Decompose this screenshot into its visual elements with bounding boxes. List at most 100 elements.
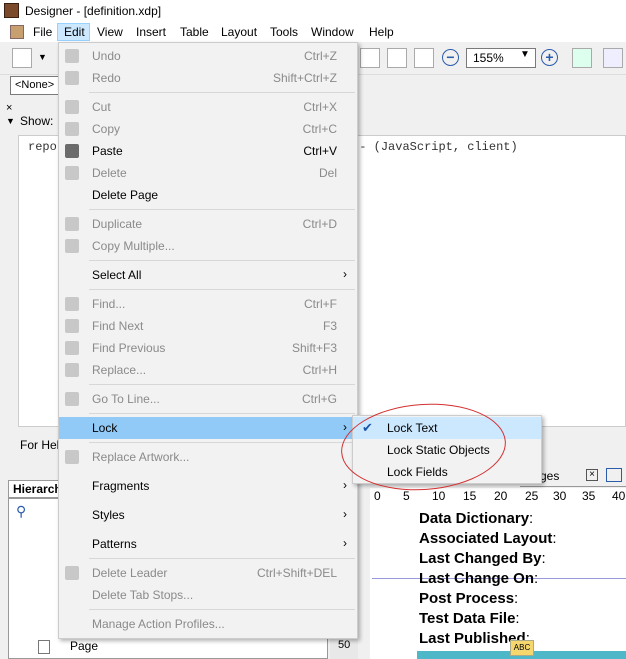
replace-icon [65, 363, 79, 377]
field-colon: : [541, 550, 546, 567]
tab-pages[interactable]: ges [540, 469, 559, 483]
menu-item-copy-multiple[interactable]: Copy Multiple... [59, 235, 357, 257]
designer-app-icon [4, 3, 19, 18]
menu-item-copy[interactable]: Copy Ctrl+C [59, 118, 357, 140]
spellcheck-icon[interactable] [603, 48, 623, 68]
form-field-label[interactable]: Test Data File: [419, 610, 520, 627]
menu-help[interactable]: Help [369, 25, 394, 39]
menu-item-select-all[interactable]: Select All › [59, 264, 357, 286]
menu-item-duplicate[interactable]: Duplicate Ctrl+D [59, 213, 357, 235]
field-colon: : [534, 570, 539, 587]
horizontal-ruler: 0 5 10 15 20 25 30 35 40 [370, 488, 626, 507]
menu-item-label: Find Previous [92, 341, 166, 355]
replace-artwork-icon [65, 450, 79, 464]
menu-item-shortcut: Shift+Ctrl+Z [272, 71, 337, 85]
app-menu-icon[interactable] [10, 25, 24, 39]
edit-menu: Undo Ctrl+Z Redo Shift+Ctrl+Z Cut Ctrl+X Copy C… [58, 42, 358, 639]
menu-item-label: Paste [92, 144, 123, 158]
menu-item-label: Delete Leader [92, 566, 168, 580]
menu-item-label: Go To Line... [92, 392, 160, 406]
menu-item-label: Manage Action Profiles... [92, 617, 225, 631]
form-field-label[interactable]: Last Changed By: [419, 550, 546, 567]
field-caption: Associated Layout [419, 530, 553, 547]
menu-item-shortcut: Ctrl+X [303, 100, 337, 114]
menu-item-manage-action-profiles[interactable]: Manage Action Profiles... [59, 613, 357, 635]
menu-item-delete[interactable]: Delete Del [59, 162, 357, 184]
menu-item-undo[interactable]: Undo Ctrl+Z [59, 45, 357, 67]
copy-icon [65, 122, 79, 136]
menu-item-label: Select All [92, 268, 142, 282]
zoom-out-icon[interactable]: − [442, 49, 459, 66]
form-field-label[interactable]: Associated Layout: [419, 530, 557, 547]
menu-item-go-to-line[interactable]: Go To Line... Ctrl+G [59, 388, 357, 410]
ruler-tick-label: 15 [463, 489, 477, 503]
menu-separator [89, 289, 355, 290]
menu-item-shortcut: Del [318, 166, 337, 180]
fit-width-icon[interactable] [414, 48, 434, 68]
page-icon[interactable] [360, 48, 380, 68]
menu-item-patterns[interactable]: Patterns › [59, 533, 357, 555]
page-icon-tree [38, 640, 50, 654]
tree-item-page[interactable]: Page [70, 639, 98, 653]
menu-edit[interactable]: Edit [64, 25, 85, 39]
menu-item-label: Lock [92, 421, 118, 435]
object-select[interactable]: <None> [10, 76, 60, 95]
new-document-icon[interactable] [12, 48, 32, 68]
ruler-tick-label: 35 [582, 489, 596, 503]
show-label: Show: [20, 114, 54, 128]
new-dropdown-arrow-icon[interactable]: ▼ [38, 52, 47, 62]
menu-item-styles[interactable]: Styles › [59, 504, 357, 526]
menu-item-label: Fragments [92, 479, 150, 493]
menu-item-find[interactable]: Find... Ctrl+F [59, 293, 357, 315]
field-caption: Test Data File [419, 610, 516, 627]
menu-layout[interactable]: Layout [221, 25, 257, 39]
menu-item-lock[interactable]: Lock › [59, 417, 357, 439]
menu-item-cut[interactable]: Cut Ctrl+X [59, 96, 357, 118]
delete-icon [65, 166, 79, 180]
form-field-label[interactable]: Post Process: [419, 590, 518, 607]
menu-item-find-next[interactable]: Find Next F3 [59, 315, 357, 337]
close-icon[interactable]: × [6, 102, 12, 114]
field-colon: : [529, 510, 534, 527]
pane-icon[interactable] [606, 468, 622, 482]
chevron-right-icon: › [343, 507, 347, 521]
menu-separator [89, 442, 355, 443]
form-field-label[interactable]: Last Change On: [419, 570, 538, 587]
goto-line-icon [65, 392, 79, 406]
check-icon[interactable] [572, 48, 592, 68]
menu-item-label: Copy Multiple... [92, 239, 175, 253]
menu-separator [89, 92, 355, 93]
menu-item-label: Delete [92, 166, 127, 180]
menu-table[interactable]: Table [180, 25, 209, 39]
menu-item-delete-page[interactable]: Delete Page [59, 184, 357, 206]
menu-separator [89, 260, 355, 261]
zoom-in-icon[interactable]: + [541, 49, 558, 66]
menu-item-delete-tab-stops[interactable]: Delete Tab Stops... [59, 584, 357, 606]
binoculars-icon [65, 297, 79, 311]
menu-window[interactable]: Window [311, 25, 354, 39]
menu-item-paste[interactable]: Paste Ctrl+V [59, 140, 357, 162]
collapse-icon[interactable]: ▼ [6, 116, 15, 126]
menu-item-delete-leader[interactable]: Delete Leader Ctrl+Shift+DEL [59, 562, 357, 584]
form-field-label[interactable]: Data Dictionary: [419, 510, 533, 527]
menu-tools[interactable]: Tools [270, 25, 298, 39]
search-icon[interactable]: ⚲ [16, 503, 26, 520]
close-tab-icon[interactable]: × [586, 469, 598, 481]
menu-separator [89, 209, 355, 210]
menu-item-fragments[interactable]: Fragments › [59, 475, 357, 497]
chevron-right-icon: › [343, 267, 347, 281]
ruler-tick-label: 20 [494, 489, 508, 503]
menu-item-find-previous[interactable]: Find Previous Shift+F3 [59, 337, 357, 359]
chevron-right-icon: › [343, 420, 347, 434]
delete-leader-icon [65, 566, 79, 580]
menu-item-redo[interactable]: Redo Shift+Ctrl+Z [59, 67, 357, 89]
menu-file[interactable]: File [33, 25, 52, 39]
scroll-value: 50 [338, 639, 351, 651]
fit-height-icon[interactable] [387, 48, 407, 68]
menu-item-replace-artwork[interactable]: Replace Artwork... [59, 446, 357, 468]
menu-view[interactable]: View [97, 25, 123, 39]
menu-item-replace[interactable]: Replace... Ctrl+H [59, 359, 357, 381]
menu-insert[interactable]: Insert [136, 25, 166, 39]
menu-separator [89, 609, 355, 610]
chevron-down-icon[interactable]: ▼ [520, 49, 530, 60]
